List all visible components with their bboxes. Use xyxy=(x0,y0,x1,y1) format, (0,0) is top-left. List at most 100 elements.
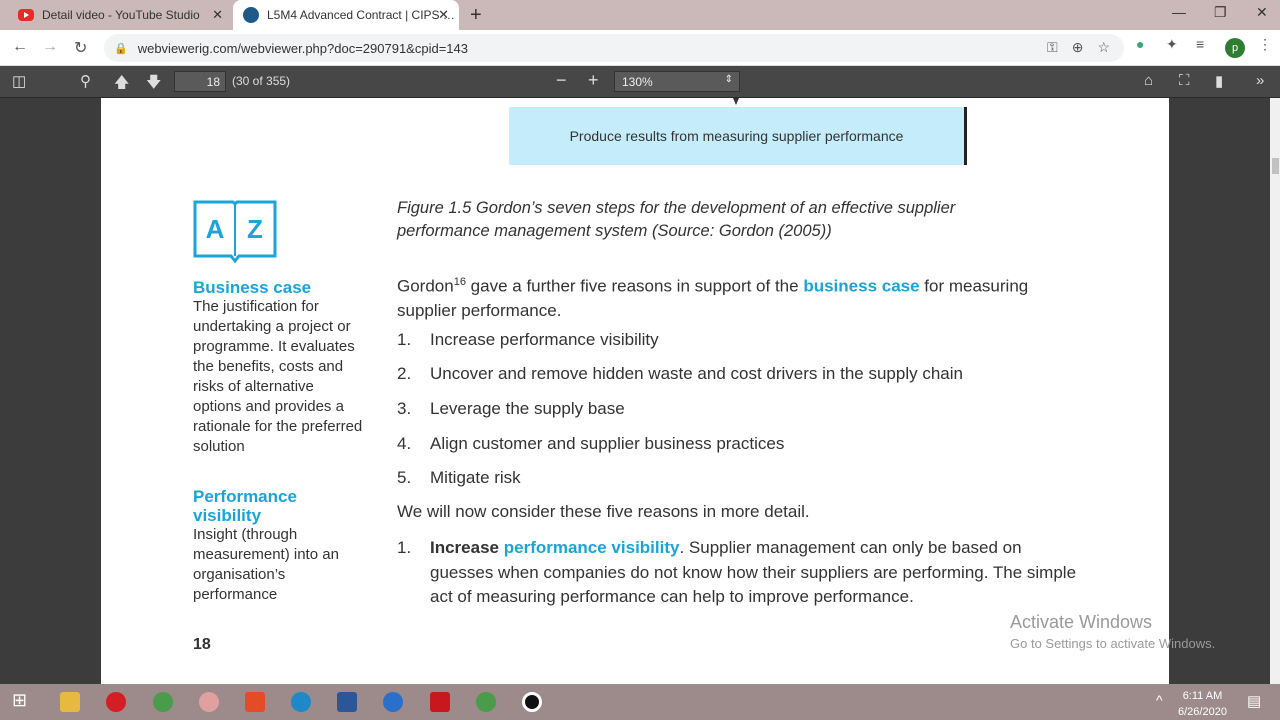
key-icon[interactable]: ⚿ xyxy=(1047,39,1058,56)
glossary-entry: Performance visibility Insight (through … xyxy=(193,487,363,605)
url-text[interactable]: webviewerig.com/webviewer.php?doc=290791… xyxy=(138,41,468,56)
select-arrows-icon: ⇕ xyxy=(724,74,733,85)
star-icon[interactable]: ☆ xyxy=(1097,39,1110,56)
watermark-title: Activate Windows xyxy=(1010,612,1153,632)
list-item: 4. Align customer and supplier business p… xyxy=(397,434,784,454)
glossary-definition: The justification for undertaking a proj… xyxy=(193,298,363,455)
zoom-icon[interactable]: ⊕ xyxy=(1072,39,1084,56)
new-tab-button[interactable]: + xyxy=(470,4,482,27)
extension-globe-icon[interactable]: ● xyxy=(1136,36,1144,52)
zoom-select[interactable]: 130% ⇕ xyxy=(614,71,740,92)
acrobat-icon[interactable] xyxy=(430,692,450,712)
list-text: Uncover and remove hidden waste and cost… xyxy=(430,364,963,383)
list-item: 2. Uncover and remove hidden waste and co… xyxy=(397,364,963,384)
word-icon[interactable] xyxy=(337,692,357,712)
extensions-puzzle-icon[interactable]: ✦ xyxy=(1166,36,1178,53)
page-number: 18 xyxy=(193,636,211,653)
detail-item: 1. Increase performance visibility. Supp… xyxy=(397,536,1077,610)
close-window-button[interactable]: ✕ xyxy=(1256,4,1268,21)
list-number: 1. xyxy=(397,330,412,349)
search-icon[interactable]: ⚲ xyxy=(80,72,91,90)
list-text: Increase performance visibility xyxy=(430,330,659,349)
browser-tab-strip: Detail video - YouTube Studio ✕ L5M4 Adv… xyxy=(0,0,1280,30)
zoom-value: 130% xyxy=(622,75,653,89)
flow-diagram-box: Produce results from measuring supplier … xyxy=(509,107,967,165)
list-number: 5. xyxy=(397,468,412,487)
glossary-book-icon: A Z xyxy=(193,200,277,264)
detail-bold: Increase xyxy=(430,538,504,557)
reload-button[interactable]: ↻ xyxy=(74,38,87,58)
youtube-icon xyxy=(18,9,34,21)
intro-text: Gordon xyxy=(397,276,454,296)
office-icon[interactable] xyxy=(245,692,265,712)
notification-icon[interactable]: ▤ xyxy=(1247,692,1261,710)
glossary-entry: Business case The justification for unde… xyxy=(193,278,363,457)
pdf-page: Produce results from measuring supplier … xyxy=(101,98,1169,684)
glossary-term: Business case xyxy=(193,278,312,297)
media-control-icon[interactable]: ≡ xyxy=(1196,36,1204,52)
chrome-profile-icon[interactable] xyxy=(153,692,173,712)
page-count: (30 of 355) xyxy=(232,74,291,88)
list-text: Leverage the supply base xyxy=(430,399,625,418)
intro-paragraph: Gordon16 gave a further five reasons in … xyxy=(397,270,1037,323)
list-number: 2. xyxy=(397,364,412,383)
previous-page-icon[interactable]: 🡅 xyxy=(114,72,129,97)
az-letter-z: Z xyxy=(247,214,263,244)
more-tools-icon[interactable]: » xyxy=(1256,72,1264,89)
address-bar[interactable]: 🔒 webviewerig.com/webviewer.php?doc=2907… xyxy=(104,34,1124,62)
lock-icon: 🔒 xyxy=(114,42,128,55)
chrome-icon[interactable] xyxy=(476,692,496,712)
glossary-definition: Insight (through measurement) into an or… xyxy=(193,526,339,603)
glossary-term: Performance visibility xyxy=(193,487,297,525)
bookmark-icon[interactable]: ▮ xyxy=(1215,72,1223,90)
close-tab-icon[interactable]: ✕ xyxy=(438,7,449,23)
profile-avatar[interactable]: p xyxy=(1225,38,1245,58)
list-number: 4. xyxy=(397,434,412,453)
list-text: Mitigate risk xyxy=(430,468,521,487)
system-clock[interactable]: 6:11 AM 6/26/2020 xyxy=(1178,688,1227,720)
pdf-toolbar: ◫ ⚲ 🡅 🡇 18 (30 of 355) − + 130% ⇕ ⌂ ⛶ ▮ … xyxy=(0,66,1280,98)
list-number: 3. xyxy=(397,399,412,418)
nordvpn-icon[interactable] xyxy=(383,692,403,712)
screen-recorder-icon[interactable] xyxy=(522,692,542,712)
next-page-icon[interactable]: 🡇 xyxy=(146,72,161,97)
scrollbar-thumb[interactable] xyxy=(1272,158,1279,174)
footnote-ref[interactable]: 16 xyxy=(454,276,466,288)
activation-watermark: Activate Windows Go to Settings to activ… xyxy=(1010,612,1215,651)
tray-chevron-icon[interactable]: ^ xyxy=(1156,692,1163,708)
watermark-subtitle: Go to Settings to activate Windows. xyxy=(1010,636,1216,651)
forward-button[interactable]: → xyxy=(42,38,58,56)
snipping-tool-icon[interactable] xyxy=(199,692,219,712)
tab-youtube-studio[interactable]: Detail video - YouTube Studio ✕ xyxy=(8,0,233,30)
az-letter-a: A xyxy=(206,214,225,244)
back-button[interactable]: ← xyxy=(12,38,28,56)
list-item: 5. Mitigate risk xyxy=(397,468,521,488)
intro-text: gave a further five reasons in support o… xyxy=(465,276,804,296)
zoom-in-button[interactable]: + xyxy=(588,70,599,91)
zoom-out-button[interactable]: − xyxy=(556,70,567,91)
clock-date: 6/26/2020 xyxy=(1178,706,1227,718)
close-tab-icon[interactable]: ✕ xyxy=(212,7,223,23)
glossary-link[interactable]: business case xyxy=(803,277,919,296)
edge-icon[interactable] xyxy=(291,692,311,712)
tab-webviewer[interactable]: L5M4 Advanced Contract | CIPS … ✕ xyxy=(233,0,459,30)
menu-icon[interactable]: ⋮ xyxy=(1258,36,1272,53)
list-item: 1. Increase performance visibility xyxy=(397,330,659,350)
start-button[interactable]: ⊞ xyxy=(12,690,32,710)
restore-button[interactable]: ❐ xyxy=(1214,4,1227,21)
vertical-scrollbar[interactable] xyxy=(1270,98,1280,684)
page-number-input[interactable]: 18 xyxy=(174,71,226,92)
clock-time: 6:11 AM xyxy=(1182,690,1223,702)
opera-icon[interactable] xyxy=(106,692,126,712)
list-item: 3. Leverage the supply base xyxy=(397,399,625,419)
file-explorer-icon[interactable] xyxy=(60,692,80,712)
tab-title: L5M4 Advanced Contract | CIPS … xyxy=(267,8,455,22)
detail-intro: We will now consider these five reasons … xyxy=(397,502,810,521)
fullscreen-icon[interactable]: ⛶ xyxy=(1179,72,1190,89)
home-icon[interactable]: ⌂ xyxy=(1144,72,1153,89)
windows-taskbar: ⊞ ^ 6:11 AM 6/26/2020 ▤ xyxy=(0,684,1280,720)
glossary-link[interactable]: performance visibility xyxy=(504,538,680,557)
sidebar-toggle-icon[interactable]: ◫ xyxy=(12,72,26,90)
minimize-button[interactable]: — xyxy=(1172,4,1186,20)
flow-arrow xyxy=(733,98,739,105)
